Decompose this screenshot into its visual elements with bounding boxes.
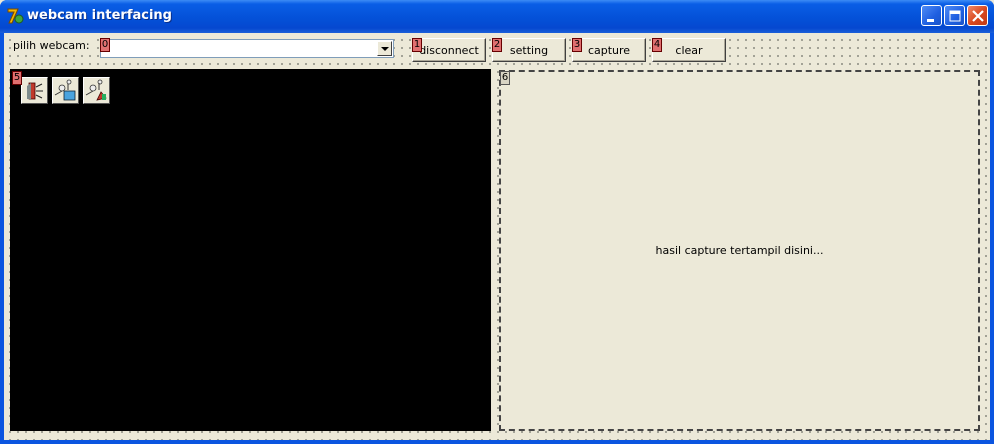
video-format-icon-glyph — [85, 79, 107, 101]
title-bar[interactable]: webcam interfacing — [0, 0, 994, 33]
dropdown-arrow-icon[interactable] — [377, 41, 392, 56]
tab-order-tag: 6 — [500, 71, 510, 85]
maximize-button[interactable] — [944, 5, 965, 26]
tab-order-tag: 1 — [412, 38, 422, 52]
disconnect-button[interactable]: disconnect — [412, 38, 486, 62]
close-button[interactable] — [967, 5, 988, 26]
capture-placeholder-text: hasil capture tertampil disini... — [655, 244, 824, 257]
clear-button[interactable]: clear — [652, 38, 726, 62]
minimize-button[interactable] — [921, 5, 942, 26]
video-source-icon[interactable] — [21, 77, 48, 104]
video-format-icon[interactable] — [83, 77, 110, 104]
webcam-select[interactable] — [100, 39, 394, 58]
maximize-icon — [949, 10, 961, 22]
window-border-right — [990, 33, 994, 444]
window-border-bottom — [0, 440, 994, 444]
app-window: webcam interfacing pilih webcam: 0 disco… — [0, 0, 994, 444]
video-preview-panel: 5 — [10, 69, 491, 431]
tab-order-tag: 5 — [12, 71, 22, 85]
close-icon — [972, 10, 984, 22]
tab-order-tag: 2 — [492, 38, 502, 52]
setting-button[interactable]: setting — [492, 38, 566, 62]
video-source-icon-glyph — [27, 82, 43, 100]
tab-order-tag: 4 — [652, 38, 662, 52]
tab-order-tag: 0 — [100, 38, 110, 52]
video-display-icon-glyph — [54, 79, 76, 101]
form-client-area: pilih webcam: 0 disconnect 1 setting 2 c… — [4, 33, 990, 440]
video-display-icon[interactable] — [52, 77, 79, 104]
capture-result-panel: 6 hasil capture tertampil disini... — [499, 70, 980, 431]
window-title: webcam interfacing — [27, 8, 172, 23]
tab-order-tag: 3 — [572, 38, 582, 52]
webcam-label: pilih webcam: — [12, 39, 91, 52]
capture-button[interactable]: capture — [572, 38, 646, 62]
minimize-icon — [927, 19, 934, 22]
app-logo-icon — [7, 8, 24, 24]
